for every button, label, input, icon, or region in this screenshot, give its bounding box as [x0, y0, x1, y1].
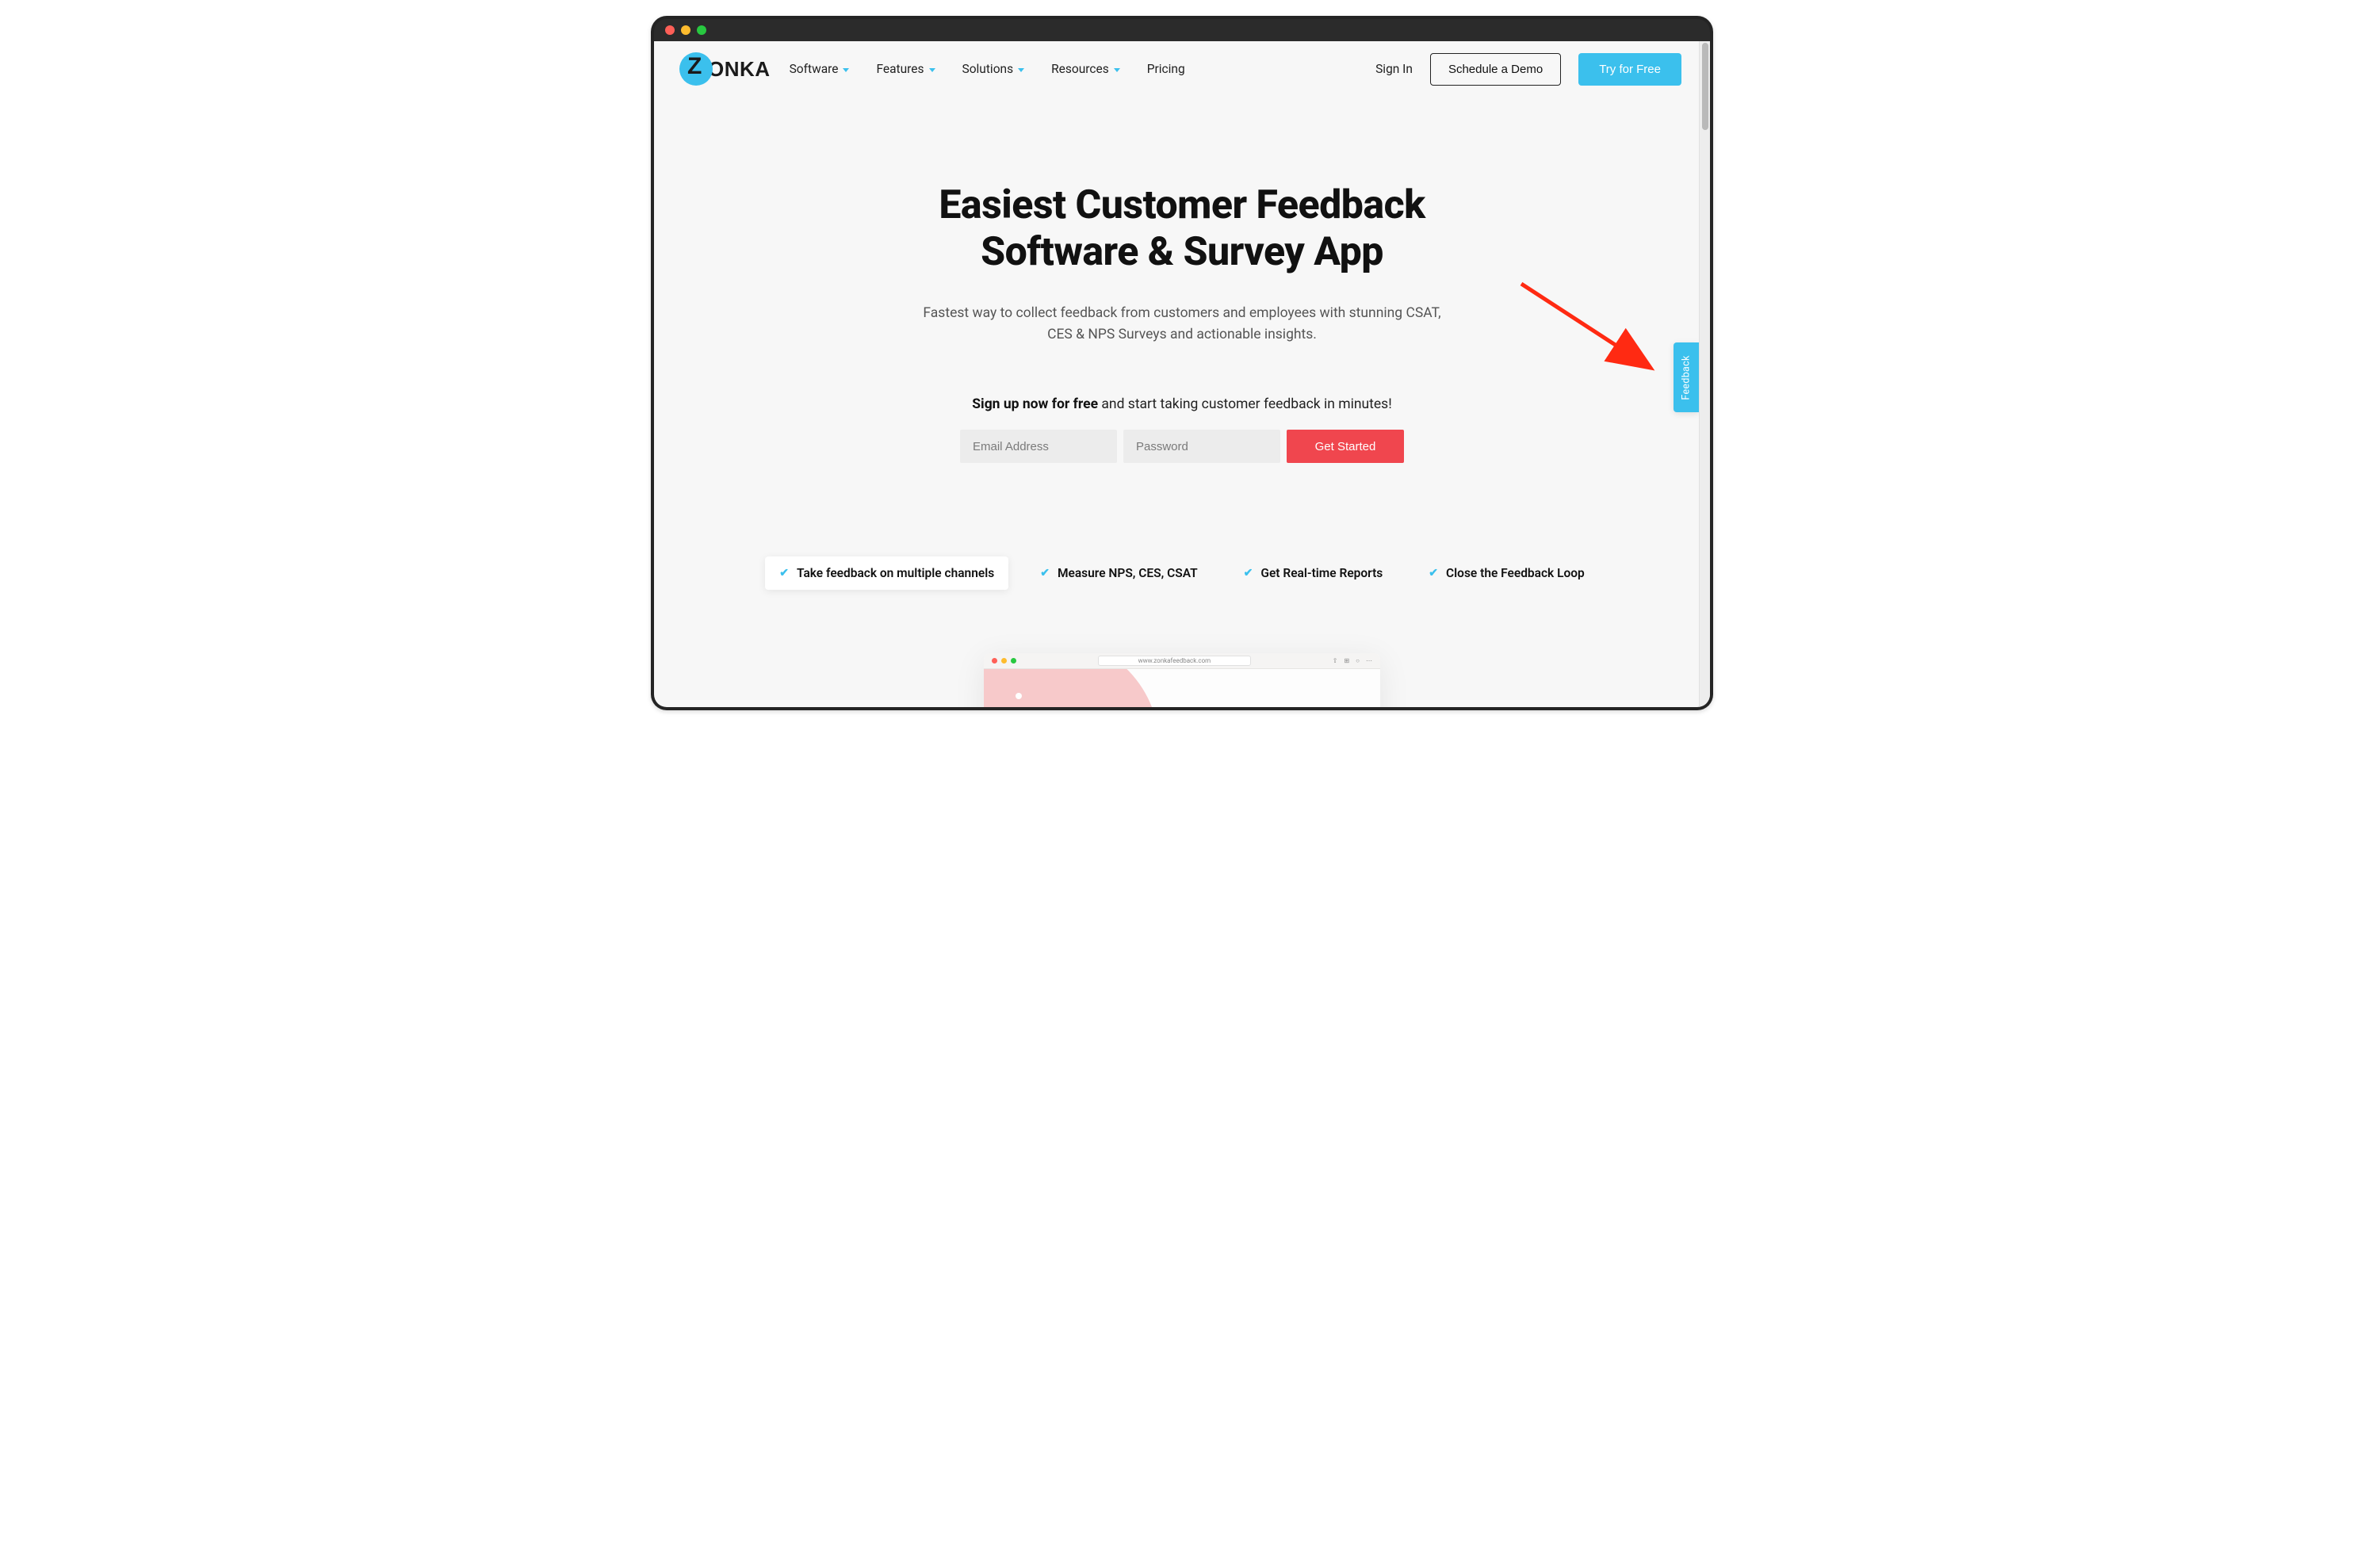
check-icon: ✔ [1040, 567, 1050, 579]
nav-label: Software [790, 62, 839, 76]
device-frame: Z ONKA Software Features Solutions [651, 16, 1713, 710]
mini-browser-actions: ⇧ ⊞ ○ ⋯ [1333, 657, 1372, 664]
nav-links: Software Features Solutions Resources Pr… [790, 62, 1185, 76]
mini-browser-toolbar: www.zonkafeedback.com ⇧ ⊞ ○ ⋯ [984, 653, 1380, 669]
try-free-button[interactable]: Try for Free [1578, 53, 1681, 86]
caret-down-icon [1018, 68, 1024, 72]
share-icon: ⇧ [1333, 657, 1338, 664]
feature-tab-measure[interactable]: ✔ Measure NPS, CES, CSAT [1026, 556, 1211, 590]
feature-tab-multichannel[interactable]: ✔ Take feedback on multiple channels [765, 556, 1008, 590]
viewport: Z ONKA Software Features Solutions [654, 41, 1710, 707]
nav-item-features[interactable]: Features [876, 62, 935, 76]
traffic-light-zoom-icon [1011, 658, 1016, 664]
email-input[interactable] [960, 430, 1117, 463]
hero-title: Easiest Customer Feedback Software & Sur… [686, 182, 1678, 276]
feature-label: Measure NPS, CES, CSAT [1058, 566, 1198, 580]
main-nav: Z ONKA Software Features Solutions [654, 41, 1710, 97]
preview-illustration: www.zonkafeedback.com ⇧ ⊞ ○ ⋯ [686, 653, 1678, 707]
signin-link[interactable]: Sign In [1375, 62, 1413, 76]
check-icon: ✔ [779, 567, 789, 579]
caret-down-icon [843, 68, 849, 72]
more-icon: ⋯ [1366, 657, 1372, 664]
feature-label: Get Real-time Reports [1260, 566, 1383, 580]
window-titlebar [654, 19, 1710, 41]
signup-prompt: Sign up now for free and start taking cu… [686, 396, 1678, 412]
feature-label: Take feedback on multiple channels [797, 566, 994, 580]
mini-browser-url: www.zonkafeedback.com [1098, 656, 1252, 666]
password-input[interactable] [1123, 430, 1280, 463]
pink-blob-icon [984, 669, 1175, 707]
nav-item-pricing[interactable]: Pricing [1147, 62, 1185, 76]
nav-item-resources[interactable]: Resources [1051, 62, 1120, 76]
tabs-icon: ⊞ [1344, 657, 1349, 664]
logo[interactable]: Z ONKA [679, 52, 771, 86]
mini-browser: www.zonkafeedback.com ⇧ ⊞ ○ ⋯ [984, 653, 1380, 707]
menu-icon: ○ [1356, 657, 1360, 664]
mini-browser-content [984, 669, 1380, 707]
logo-text: ONKA [708, 57, 771, 82]
logo-mark-icon: Z [679, 52, 714, 86]
nav-item-solutions[interactable]: Solutions [962, 62, 1025, 76]
hero: Easiest Customer Feedback Software & Sur… [654, 97, 1710, 707]
traffic-light-close-icon [992, 658, 997, 664]
feedback-side-tab[interactable]: Feedback [1674, 342, 1699, 412]
traffic-light-zoom-icon[interactable] [697, 25, 706, 35]
traffic-light-minimize-icon [1001, 658, 1007, 664]
feature-label: Close the Feedback Loop [1446, 566, 1585, 580]
traffic-light-close-icon[interactable] [665, 25, 675, 35]
scrollbar-thumb[interactable] [1702, 43, 1708, 130]
feedback-tab-label: Feedback [1681, 355, 1693, 400]
traffic-light-minimize-icon[interactable] [681, 25, 690, 35]
nav-label: Resources [1051, 62, 1109, 76]
caret-down-icon [1114, 68, 1120, 72]
feature-tabs: ✔ Take feedback on multiple channels ✔ M… [686, 556, 1678, 590]
nav-right: Sign In Schedule a Demo Try for Free [1375, 53, 1681, 86]
nav-item-software[interactable]: Software [790, 62, 850, 76]
check-icon: ✔ [1244, 567, 1253, 579]
signup-form: Get Started [960, 430, 1404, 463]
scrollbar[interactable] [1699, 41, 1710, 707]
hero-subtitle: Fastest way to collect feedback from cus… [912, 303, 1452, 346]
schedule-demo-button[interactable]: Schedule a Demo [1430, 53, 1561, 86]
nav-label: Pricing [1147, 62, 1185, 76]
nav-label: Features [876, 62, 924, 76]
check-icon: ✔ [1429, 567, 1438, 579]
feature-tab-reports[interactable]: ✔ Get Real-time Reports [1230, 556, 1398, 590]
feature-tab-close-loop[interactable]: ✔ Close the Feedback Loop [1414, 556, 1598, 590]
caret-down-icon [929, 68, 935, 72]
get-started-button[interactable]: Get Started [1287, 430, 1404, 463]
nav-label: Solutions [962, 62, 1014, 76]
